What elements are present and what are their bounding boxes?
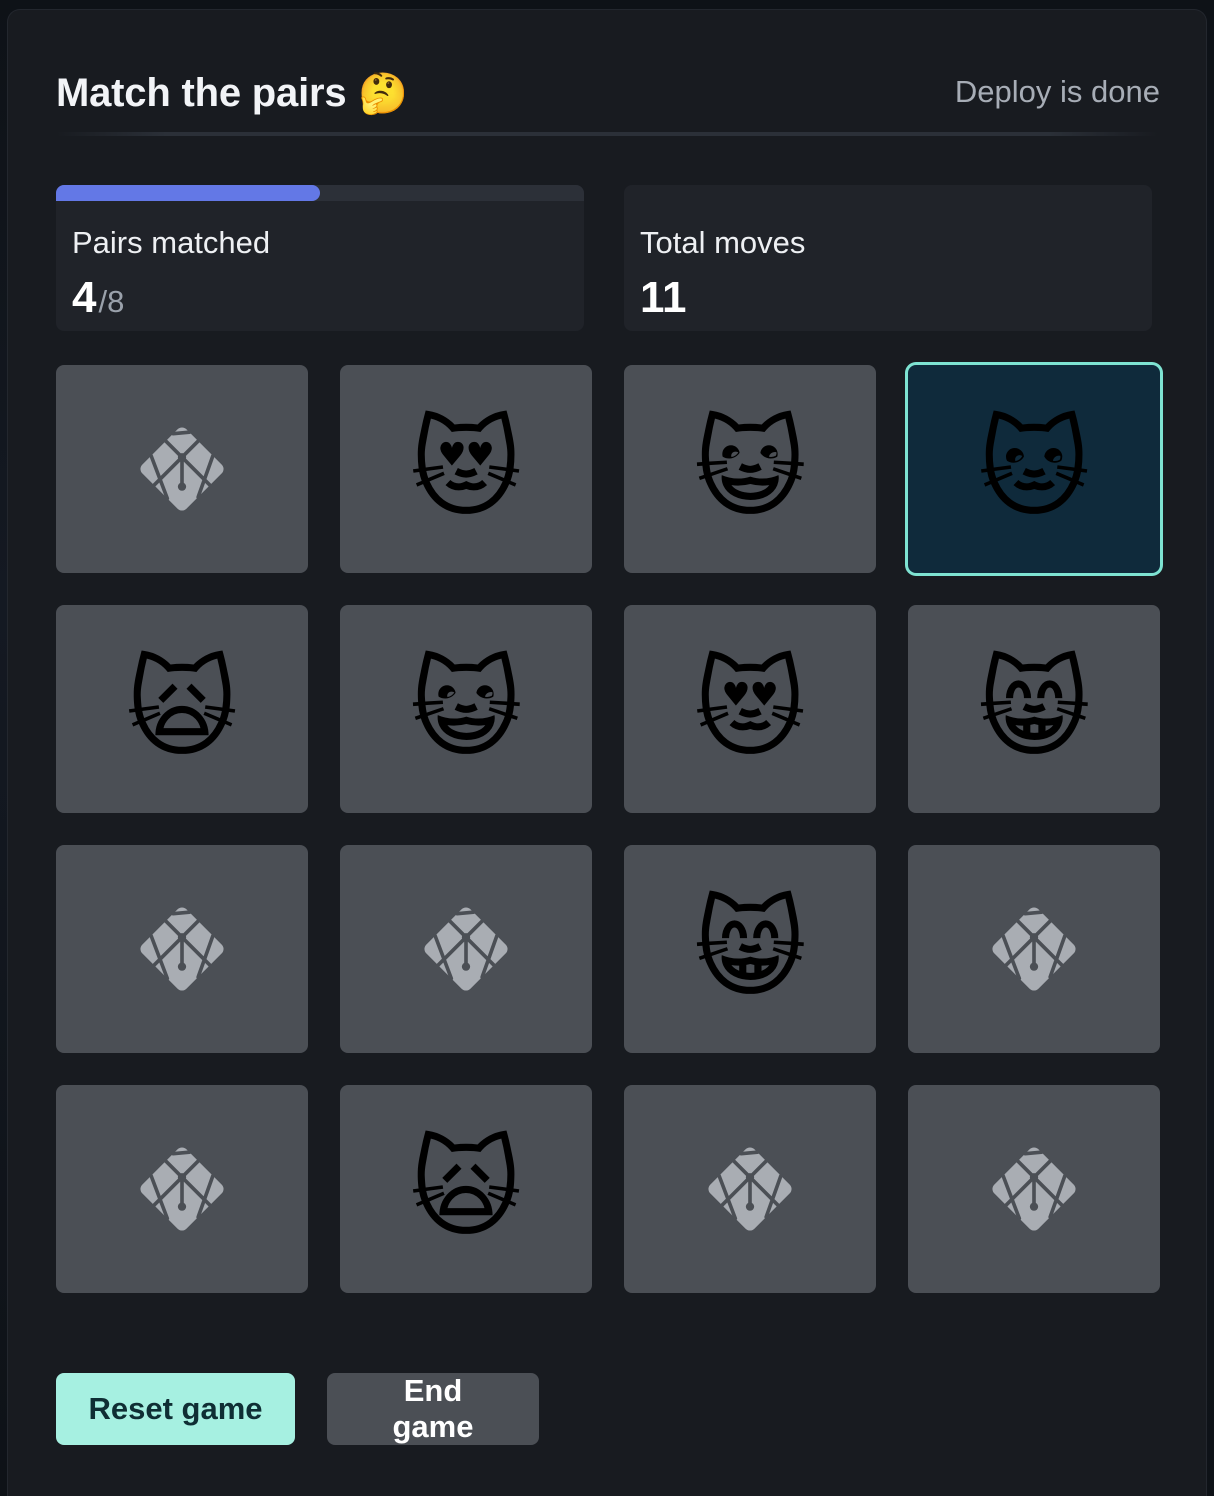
page-title: Match the pairs 🤔 bbox=[56, 70, 408, 117]
heart-eyes-cat-icon: 😻 bbox=[693, 648, 807, 769]
title-text: Match the pairs bbox=[56, 71, 347, 115]
netlify-logo-icon bbox=[130, 897, 234, 1001]
reset-game-button[interactable]: Reset game bbox=[56, 1373, 295, 1445]
weary-cat-icon: 🙀 bbox=[409, 1128, 523, 1249]
grinning-cat-icon: 😺 bbox=[693, 408, 807, 529]
pairs-matched-value: 4 /8 bbox=[72, 273, 124, 323]
memory-card[interactable]: 🙀 bbox=[56, 605, 308, 813]
memory-card[interactable]: 😻 bbox=[340, 365, 592, 573]
memory-card[interactable]: 😸 bbox=[624, 845, 876, 1053]
netlify-logo-icon bbox=[130, 417, 234, 521]
heart-eyes-cat-icon: 😻 bbox=[409, 408, 523, 529]
memory-card[interactable] bbox=[908, 845, 1160, 1053]
memory-card[interactable]: 😺 bbox=[624, 365, 876, 573]
netlify-logo-icon bbox=[130, 1137, 234, 1241]
memory-card[interactable]: 😺 bbox=[340, 605, 592, 813]
memory-card[interactable]: 🐱 bbox=[908, 365, 1160, 573]
grinning-cat-smiling-eyes-icon: 😸 bbox=[693, 888, 807, 1009]
memory-card[interactable]: 😸 bbox=[908, 605, 1160, 813]
card-grid: 😻 😺 🐱 🙀 😺 😻 😸 😸 🙀 bbox=[56, 365, 1160, 1293]
cat-face-icon: 🐱 bbox=[977, 408, 1091, 529]
grinning-cat-smiling-eyes-icon: 😸 bbox=[977, 648, 1091, 769]
pairs-total: /8 bbox=[98, 284, 125, 319]
pairs-matched-card: Pairs matched 4 /8 bbox=[56, 185, 584, 331]
memory-card[interactable] bbox=[56, 845, 308, 1053]
memory-card[interactable] bbox=[56, 1085, 308, 1293]
netlify-logo-icon bbox=[982, 897, 1086, 1001]
grinning-cat-icon: 😺 bbox=[409, 648, 523, 769]
netlify-logo-icon bbox=[698, 1137, 802, 1241]
netlify-logo-icon bbox=[982, 1137, 1086, 1241]
header-divider bbox=[56, 132, 1158, 136]
total-moves-card: Total moves 11 bbox=[624, 185, 1152, 331]
total-moves-label: Total moves bbox=[640, 225, 806, 260]
game-panel: Match the pairs 🤔 Deploy is done Pairs m… bbox=[8, 10, 1206, 1496]
netlify-logo-icon bbox=[414, 897, 518, 1001]
pairs-progress-fill bbox=[56, 185, 320, 201]
total-moves-value: 11 bbox=[640, 273, 687, 322]
memory-card[interactable] bbox=[56, 365, 308, 573]
thinking-face-icon: 🤔 bbox=[358, 72, 409, 116]
memory-card[interactable]: 😻 bbox=[624, 605, 876, 813]
end-game-button[interactable]: End game bbox=[327, 1373, 539, 1445]
pairs-matched-label: Pairs matched bbox=[72, 225, 271, 260]
weary-cat-icon: 🙀 bbox=[125, 648, 239, 769]
deploy-status: Deploy is done bbox=[954, 74, 1160, 109]
memory-card[interactable] bbox=[340, 845, 592, 1053]
memory-card[interactable] bbox=[908, 1085, 1160, 1293]
pairs-progress-bar bbox=[56, 185, 584, 201]
memory-card[interactable]: 🙀 bbox=[340, 1085, 592, 1293]
pairs-matched-count: 4 bbox=[72, 273, 97, 322]
memory-card[interactable] bbox=[624, 1085, 876, 1293]
